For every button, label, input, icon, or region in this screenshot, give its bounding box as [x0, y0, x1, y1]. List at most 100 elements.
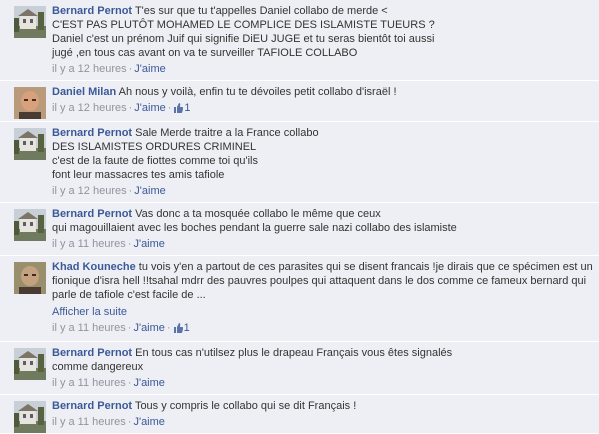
- comment-text: Vas donc a ta mosquée collabo le même qu…: [135, 208, 381, 220]
- comment-text-line: Bernard Pernot T'es sur que tu t'appelle…: [52, 4, 593, 18]
- like-button[interactable]: J'aime: [134, 102, 165, 114]
- comment-author-link[interactable]: Bernard Pernot: [52, 347, 132, 359]
- comment-text: tu vois y'en a partout de ces parasites …: [138, 261, 593, 273]
- meta-separator: ·: [127, 377, 132, 389]
- comment-body: Daniel Milan Ah nous y voilà, enfin tu t…: [52, 85, 593, 117]
- house-photo-icon: [14, 401, 46, 433]
- comment-text-line: fionique d'isra hell !!tsahal mdrr des p…: [52, 274, 593, 288]
- comment-meta: il y a 12 heures · J'aime: [52, 184, 593, 198]
- comment-text: parle de tafiole c'est facile de ...: [52, 289, 206, 301]
- like-button[interactable]: J'aime: [134, 185, 165, 197]
- person-photo-icon: [14, 262, 46, 294]
- comment-body: Bernard Pernot Vas donc a ta mosquée col…: [52, 207, 593, 251]
- comment-body: Khad Kouneche tu vois y'en a partout de …: [52, 260, 593, 337]
- comment-text-line: comme dangereux: [52, 360, 593, 374]
- comment-text: font leur massacres tes amis tafiole: [52, 169, 225, 181]
- comment-timestamp[interactable]: il y a 11 heures: [52, 322, 126, 334]
- thumbs-up-icon: [173, 323, 183, 337]
- avatar[interactable]: [14, 128, 46, 160]
- comment-text: Tous y compris le collabo qui se dit Fra…: [134, 400, 357, 412]
- comment-item: Bernard Pernot Sale Merde traitre a la F…: [0, 122, 599, 203]
- like-count-value: 1: [183, 322, 190, 334]
- comment-meta: il y a 11 heures · J'aime: [52, 415, 593, 429]
- comment-text-line: C'EST PAS PLUTÔT MOHAMED LE COMPLICE DES…: [52, 18, 593, 32]
- comment-text-line: Bernard Pernot Vas donc a ta mosquée col…: [52, 207, 593, 221]
- avatar[interactable]: [14, 87, 46, 119]
- comment-author-link[interactable]: Daniel Milan: [52, 86, 116, 98]
- comment-item: Bernard Pernot Vas donc a ta mosquée col…: [0, 203, 599, 256]
- avatar[interactable]: [14, 262, 46, 294]
- comment-meta: il y a 11 heures · J'aime: [52, 376, 593, 390]
- meta-separator: ·: [127, 322, 132, 334]
- comment-timestamp[interactable]: il y a 12 heures: [52, 102, 127, 114]
- like-button[interactable]: J'aime: [133, 416, 164, 428]
- like-button[interactable]: J'aime: [133, 322, 164, 334]
- comment-text: T'es sur que tu t'appelles Daniel collab…: [134, 5, 388, 17]
- comment-author-link[interactable]: Bernard Pernot: [52, 127, 132, 139]
- comment-author-link[interactable]: Khad Kouneche: [52, 261, 136, 273]
- avatar[interactable]: [14, 6, 46, 38]
- comment-timestamp[interactable]: il y a 11 heures: [52, 377, 126, 389]
- comment-text: DES ISLAMISTES ORDURES CRIMINEL: [52, 141, 257, 153]
- comment-text-line: Daniel c'est un prénom Juif qui signifie…: [52, 32, 593, 46]
- meta-separator: ·: [128, 102, 133, 114]
- comment-text: fionique d'isra hell !!tsahal mdrr des p…: [52, 275, 587, 287]
- comment-item: Daniel Milan Ah nous y voilà, enfin tu t…: [0, 81, 599, 122]
- person-photo-icon: [14, 87, 46, 119]
- comment-text: qui magouillaient avec les boches pendan…: [52, 222, 457, 234]
- comment-text: En tous cas n'utilsez plus le drapeau Fr…: [135, 347, 453, 359]
- comment-text: jugé ,en tous cas avant on va te surveil…: [52, 47, 358, 59]
- meta-separator: ·: [166, 322, 171, 334]
- like-button[interactable]: J'aime: [133, 377, 164, 389]
- comment-text-line: c'est de la faute de fiottes comme toi q…: [52, 154, 593, 168]
- meta-separator: ·: [128, 63, 133, 75]
- comment-text-line: font leur massacres tes amis tafiole: [52, 168, 593, 182]
- comment-text-line: Khad Kouneche tu vois y'en a partout de …: [52, 260, 593, 274]
- comment-text: Sale Merde traitre a la France collabo: [135, 127, 319, 139]
- comment-timestamp[interactable]: il y a 12 heures: [52, 63, 127, 75]
- comment-text-line: Daniel Milan Ah nous y voilà, enfin tu t…: [52, 85, 593, 99]
- comment-timestamp[interactable]: il y a 11 heures: [52, 416, 126, 428]
- comment-meta: il y a 11 heures · J'aime: [52, 237, 593, 251]
- comment-meta: il y a 12 heures · J'aime · 1: [52, 101, 593, 117]
- comment-text: c'est de la faute de fiottes comme toi q…: [52, 155, 258, 167]
- house-photo-icon: [14, 348, 46, 380]
- comment-text-line: Bernard Pernot En tous cas n'utilsez plu…: [52, 346, 593, 360]
- meta-separator: ·: [127, 416, 132, 428]
- comment-item: Bernard Pernot En tous cas n'utilsez plu…: [0, 342, 599, 395]
- comment-text: Ah nous y voilà, enfin tu te dévoiles pe…: [118, 86, 397, 98]
- comment-feed: Bernard Pernot T'es sur que tu t'appelle…: [0, 0, 599, 434]
- comment-author-link[interactable]: Bernard Pernot: [52, 208, 132, 220]
- meta-separator: ·: [167, 102, 172, 114]
- comment-body: Bernard Pernot Tous y compris le collabo…: [52, 399, 593, 429]
- comment-body: Bernard Pernot T'es sur que tu t'appelle…: [52, 4, 593, 76]
- see-more-link[interactable]: Afficher la suite: [52, 305, 593, 319]
- like-count[interactable]: 1: [173, 322, 190, 334]
- comment-meta: il y a 12 heures · J'aime: [52, 62, 593, 76]
- comment-meta: il y a 11 heures · J'aime · 1: [52, 321, 593, 337]
- avatar[interactable]: [14, 401, 46, 433]
- house-photo-icon: [14, 209, 46, 241]
- comment-text: comme dangereux: [52, 361, 144, 373]
- comment-text-line: parle de tafiole c'est facile de ...: [52, 288, 593, 302]
- meta-separator: ·: [127, 238, 132, 250]
- comment-author-link[interactable]: Bernard Pernot: [52, 5, 132, 17]
- comment-timestamp[interactable]: il y a 12 heures: [52, 185, 127, 197]
- thumbs-up-icon: [173, 103, 184, 117]
- comment-timestamp[interactable]: il y a 11 heures: [52, 238, 126, 250]
- like-count[interactable]: 1: [173, 102, 191, 117]
- comment-body: Bernard Pernot Sale Merde traitre a la F…: [52, 126, 593, 198]
- like-count-value: 1: [184, 102, 191, 114]
- like-button[interactable]: J'aime: [133, 238, 164, 250]
- like-button[interactable]: J'aime: [134, 63, 165, 75]
- comment-text-line: qui magouillaient avec les boches pendan…: [52, 221, 593, 235]
- comment-author-link[interactable]: Bernard Pernot: [52, 400, 132, 412]
- avatar[interactable]: [14, 348, 46, 380]
- comment-text: C'EST PAS PLUTÔT MOHAMED LE COMPLICE DES…: [52, 19, 435, 31]
- meta-separator: ·: [128, 185, 133, 197]
- house-photo-icon: [14, 6, 46, 38]
- comment-text-line: jugé ,en tous cas avant on va te surveil…: [52, 46, 593, 60]
- comment-item: Khad Kouneche tu vois y'en a partout de …: [0, 256, 599, 342]
- comment-text: Daniel c'est un prénom Juif qui signifie…: [52, 33, 435, 45]
- avatar[interactable]: [14, 209, 46, 241]
